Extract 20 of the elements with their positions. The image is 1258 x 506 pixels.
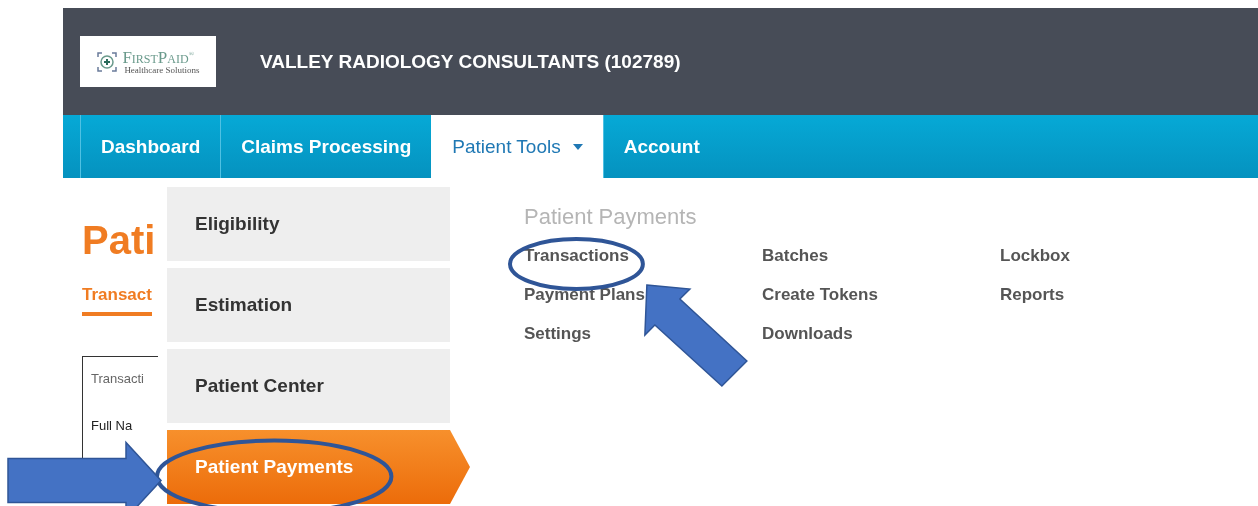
- nav-tab[interactable]: Patient Tools: [431, 115, 603, 178]
- menu-item[interactable]: Patient Center: [167, 349, 450, 423]
- account-title: VALLEY RADIOLOGY CONSULTANTS (102789): [260, 50, 681, 73]
- section-title: Patient Payments: [524, 203, 698, 230]
- menu-link[interactable]: Payment Plans: [524, 285, 645, 305]
- menu-item[interactable]: Estimation: [167, 268, 450, 342]
- menu-link[interactable]: Create Tokens: [762, 285, 878, 305]
- logo[interactable]: FirstPaid$^{®}$ Healthcare Solutions: [80, 36, 216, 87]
- logo-tagline: Healthcare Solutions: [123, 65, 200, 75]
- menu-link[interactable]: Downloads: [762, 324, 853, 344]
- menu-link[interactable]: Lockbox: [1000, 246, 1070, 266]
- menu-link[interactable]: Settings: [524, 324, 592, 344]
- panel-title: Transacti: [91, 371, 144, 386]
- logo-name: FirstPaid$^{®}$: [122, 48, 195, 66]
- logo-icon: [96, 50, 119, 73]
- page-heading: Pati: [82, 218, 156, 263]
- field-label: Full Na: [91, 418, 133, 433]
- menu-item[interactable]: Eligibility: [167, 187, 450, 261]
- menu-link[interactable]: Reports: [1000, 285, 1065, 305]
- menu-link[interactable]: Batches: [762, 246, 829, 266]
